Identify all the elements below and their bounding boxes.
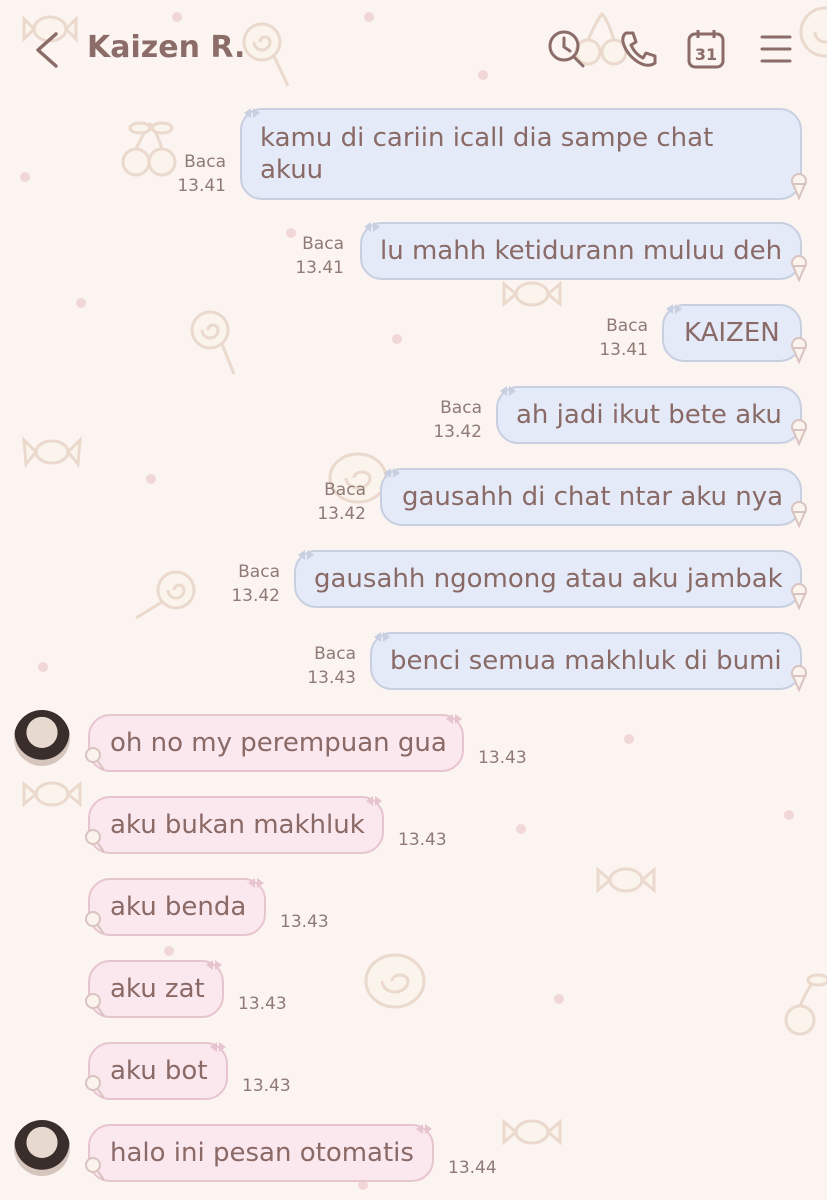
message-text: halo ini pesan otomatis: [110, 1138, 414, 1168]
menu-icon[interactable]: [758, 28, 798, 70]
candy-decoration-icon: [22, 780, 82, 808]
background-dot: [554, 994, 564, 1004]
sent-message-bubble[interactable]: kamu di cariin icall dia sampe chat akuu: [240, 108, 802, 200]
background-dot: [76, 298, 86, 308]
message-text: oh no my perempuan gua: [110, 728, 447, 758]
message-text: aku benda: [110, 892, 247, 922]
background-dot: [146, 474, 156, 484]
sent-message-bubble[interactable]: KAIZEN: [662, 304, 802, 362]
message-text: aku bot: [110, 1056, 208, 1086]
background-dot: [392, 334, 402, 344]
contact-avatar[interactable]: [14, 1120, 70, 1176]
message-meta: Baca 13.41: [160, 150, 226, 198]
message-meta: Baca 13.41: [582, 314, 648, 362]
lollipop-decoration-icon: [135, 570, 196, 620]
message-meta: Baca 13.42: [214, 560, 280, 608]
message-text: benci semua makhluk di bumi: [390, 646, 782, 676]
background-dot: [20, 172, 30, 182]
received-message-bubble[interactable]: oh no my perempuan gua: [88, 714, 464, 772]
message-text: aku zat: [110, 974, 205, 1004]
message-time: 13.42: [317, 504, 366, 524]
message-meta: Baca 13.42: [300, 478, 366, 526]
background-dot: [624, 734, 634, 744]
chat-header: Kaizen R. 31: [0, 0, 827, 100]
message-meta: Baca 13.43: [290, 642, 356, 690]
candy-decoration-icon: [502, 280, 562, 308]
message-time: 13.43: [280, 912, 329, 932]
candy-decoration-icon: [596, 866, 656, 894]
message-meta: Baca 13.42: [416, 396, 482, 444]
message-text: ah jadi ikut bete aku: [516, 400, 782, 430]
message-text: gausahh di chat ntar aku nya: [402, 482, 784, 512]
message-time: 13.43: [242, 1076, 291, 1096]
message-time: 13.43: [307, 668, 356, 688]
message-time: 13.43: [238, 994, 287, 1014]
received-message-bubble[interactable]: aku zat: [88, 960, 224, 1018]
message-meta: Baca 13.41: [278, 232, 344, 280]
contact-avatar[interactable]: [14, 710, 70, 766]
calendar-day: 31: [695, 45, 717, 64]
message-text: lu mahh ketidurann muluu deh: [380, 236, 783, 266]
message-time: 13.44: [448, 1158, 497, 1178]
sent-message-bubble[interactable]: gausahh di chat ntar aku nya: [380, 468, 802, 526]
message-time: 13.43: [398, 830, 447, 850]
back-chevron-icon[interactable]: [30, 30, 64, 70]
message-text: aku bukan makhluk: [110, 810, 365, 840]
cherry-decoration-icon: [784, 973, 827, 1036]
received-message-bubble[interactable]: aku benda: [88, 878, 266, 936]
message-text: KAIZEN: [684, 318, 780, 348]
read-status: Baca: [440, 398, 482, 418]
lollipop-decoration-icon: [190, 310, 236, 375]
candy-decoration-icon: [502, 1118, 562, 1146]
candy-decoration-icon: [22, 436, 82, 468]
sent-message-bubble[interactable]: ah jadi ikut bete aku: [496, 386, 802, 444]
read-status: Baca: [606, 316, 648, 336]
sent-message-bubble[interactable]: benci semua makhluk di bumi: [370, 632, 802, 690]
message-text: kamu di cariin icall dia sampe chat akuu: [260, 123, 714, 185]
received-message-bubble[interactable]: aku bot: [88, 1042, 228, 1100]
phone-icon[interactable]: [618, 28, 658, 70]
message-time: 13.42: [231, 586, 280, 606]
message-time: 13.42: [433, 422, 482, 442]
read-status: Baca: [324, 480, 366, 500]
rose-decoration-icon: [364, 953, 426, 1009]
background-dot: [38, 662, 48, 672]
search-history-icon[interactable]: [546, 28, 586, 70]
background-dot: [784, 810, 794, 820]
received-message-bubble[interactable]: aku bukan makhluk: [88, 796, 384, 854]
message-time: 13.41: [177, 176, 226, 196]
received-message-bubble[interactable]: halo ini pesan otomatis: [88, 1124, 434, 1182]
sent-message-bubble[interactable]: gausahh ngomong atau aku jambak: [294, 550, 802, 608]
read-status: Baca: [314, 644, 356, 664]
read-status: Baca: [184, 152, 226, 172]
read-status: Baca: [238, 562, 280, 582]
read-status: Baca: [302, 234, 344, 254]
background-dot: [516, 824, 526, 834]
contact-name[interactable]: Kaizen R.: [87, 30, 245, 65]
message-time: 13.41: [295, 258, 344, 278]
message-time: 13.41: [599, 340, 648, 360]
sent-message-bubble[interactable]: lu mahh ketidurann muluu deh: [360, 222, 802, 280]
message-text: gausahh ngomong atau aku jambak: [314, 564, 783, 594]
message-time: 13.43: [478, 748, 527, 768]
background-dot: [164, 946, 174, 956]
calendar-icon[interactable]: 31: [686, 28, 726, 70]
